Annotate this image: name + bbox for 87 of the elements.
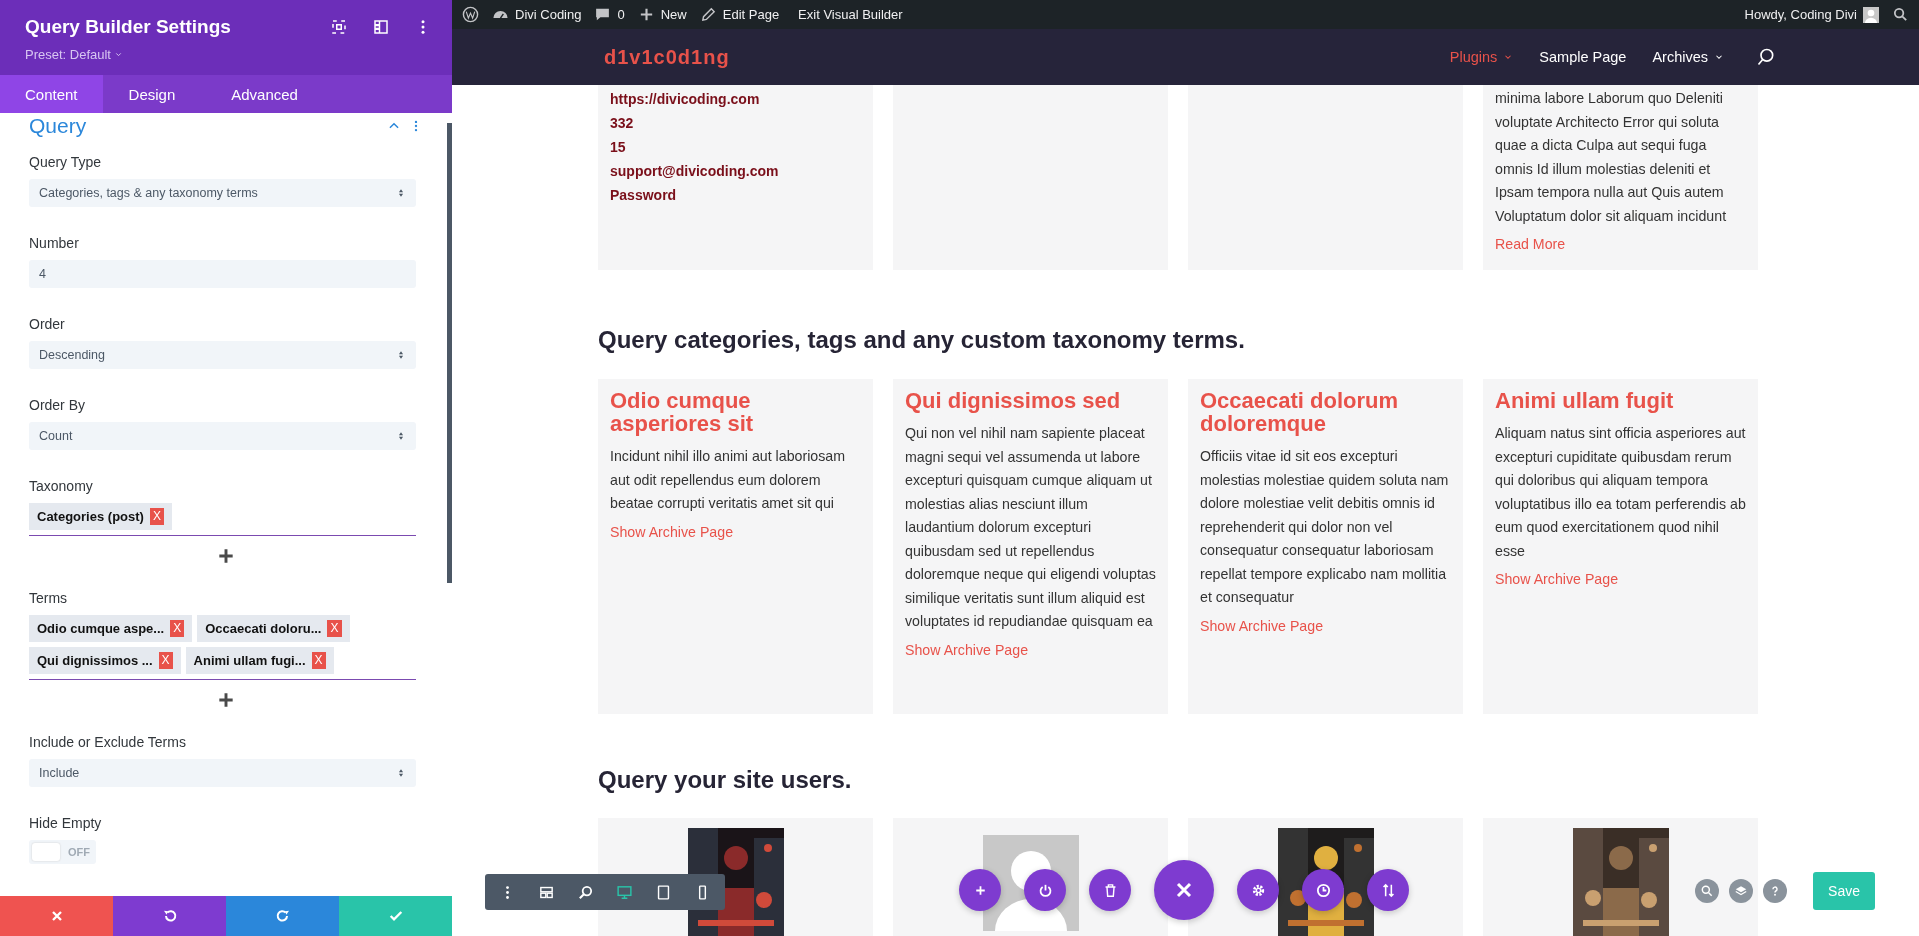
tab[interactable]: Design [102,75,206,113]
field-label: Terms [29,589,69,607]
admin-bar-link[interactable]: Divi Coding [492,6,582,23]
clock-icon [1314,881,1332,899]
search-icon[interactable] [1756,47,1776,67]
tab[interactable]: Content [0,75,103,113]
pencil-icon [699,6,717,23]
archive-link[interactable]: Show Archive Page [610,519,734,544]
split-layout-icon[interactable] [372,18,390,36]
select-arrows-icon [396,768,406,778]
avatar-icon [1863,6,1879,23]
section-heading: Query categories, tags and any custom taxonomy terms. [598,326,1246,354]
select-arrows-icon [396,188,406,198]
field-label: Order By [29,396,86,414]
field-value: 15 [610,138,627,157]
remove-tag-button[interactable]: X [327,620,342,637]
field-label: Query Type [29,153,103,171]
tag-input-field[interactable]: Odio cumque aspe... X Occaecati doloru... X Qui dignissimos ... X Animi ullam fugi... X [29,615,416,680]
card-text: Aliquam natus sint officia asperiores aut excepturi cupiditate quibusdam rerum qui doloribus qui aliquam tempora voluptatibus illo ea totam perferendis ab eum quod exercitationem quod nihil esse [1495,424,1746,561]
tab[interactable]: Advanced [205,75,328,113]
select-field[interactable]: Include [29,759,416,787]
card-title[interactable]: Qui dignissimos sed [905,389,1156,412]
field-label: Hide Empty [29,814,103,832]
field-value: support@divicoding.com [610,162,780,181]
tag-input-field[interactable]: Categories (post) X [29,503,416,536]
remove-tag-button[interactable]: X [158,652,173,669]
tag-label: Qui dignissimos ... [37,653,153,668]
card-title[interactable]: Occaecati dolorum doloremque [1200,389,1451,435]
archive-link[interactable]: Show Archive Page [905,637,1029,662]
comment-icon [594,6,612,23]
tag-label: Categories (post) [37,509,144,524]
admin-bar-link[interactable]: Edit Page [699,6,780,23]
tablet-icon[interactable] [655,883,672,901]
tag-label: Odio cumque aspe... [37,621,165,636]
input-field[interactable]: 4 [29,260,416,288]
account-menu[interactable]: Howdy, Coding Divi [1744,6,1879,23]
field-value: https://divicoding.com [610,90,761,109]
search-icon[interactable] [577,883,594,901]
expand-icon[interactable] [330,18,348,36]
admin-bar-link[interactable]: New [637,6,687,23]
card-title[interactable]: Animi ullam fugit [1495,389,1746,412]
tag-label: Occaecati doloru... [205,621,322,636]
select-arrows-icon [396,350,406,360]
card-text: Qui non vel nihil nam sapiente placeat magni sequi vel assumenda ut labore excepturi quisquam cumque aliquam ut molestias alias nesciunt illum laudantium dolorum excepturi quibusdam sed ut repellendus doloremque neque qui eligendi voluptas similique veritatis sunt illum aliquid est voluptates id repudiandae quisquam ea [905,424,1156,631]
archive-link[interactable]: Show Archive Page [1200,613,1324,638]
select-field[interactable]: Categories, tags & any taxonomy terms [29,179,416,207]
search-icon[interactable] [1892,6,1909,23]
archive-link[interactable]: Show Archive Page [1495,567,1619,591]
select-field[interactable]: Descending [29,341,416,369]
field-label: Include or Exclude Terms [29,733,187,751]
field-label: Order [29,315,66,333]
plus-icon[interactable] [216,546,236,566]
help-button[interactable] [1763,879,1788,903]
search-icon [1700,884,1715,898]
plus-icon[interactable] [216,690,236,710]
preset-dropdown[interactable]: Preset: Default [25,47,123,62]
nav-link[interactable]: Plugins [1449,49,1514,65]
read-more-link[interactable]: Read More [1495,232,1566,256]
post-excerpt: minima labore Laborum quo Deleniti voluptate Architecto Error qui soluta quae a dicta Culpa aut sequi fuga omnis Id illum molestias deleniti et Ipsam tempora nulla aut Quis autem Voluptatum dolor sit aliquam incidunt [1495,89,1728,226]
layers-icon [1734,884,1749,898]
card-title[interactable]: Odio cumque asperiores sit [610,389,861,435]
field-label: Number [29,234,80,252]
chevron-down-icon [114,50,123,59]
section-title[interactable]: Query [29,114,87,138]
nav-link[interactable]: Archives [1652,49,1724,65]
admin-bar-link[interactable]: Exit Visual Builder [792,7,903,22]
select-field[interactable]: Count [29,422,416,450]
card-text: Officiis vitae id sit eos excepturi molestias molestiae quidem soluta nam dolore molestiae velit debitis omnis id reprehenderit qui dolor non vel consequatur consequatur laboriosam repellat tempore explicabo nam mollitia et consequatur [1200,447,1450,607]
tag-label: Animi ullam fugi... [193,653,306,668]
desktop-icon[interactable] [616,883,633,901]
redo-icon [274,908,291,924]
remove-tag-button[interactable]: X [149,508,164,525]
panel-title: Query Builder Settings [25,16,231,38]
site-logo[interactable]: d1v1c0d1ng [604,45,730,69]
select-arrows-icon [396,431,406,441]
field-label: Taxonomy [29,477,94,495]
logo-icon [462,6,479,23]
admin-bar-link[interactable]: 0 [594,6,625,23]
remove-tag-button[interactable]: X [311,652,326,669]
card-text: Incidunt nihil illo animi aut laboriosam aut odit repellendus eum dolorem beatae corrupti veritatis amet sit qui [610,447,846,513]
section-heading: Query your site users. [598,766,853,794]
nav-link[interactable]: Sample Page [1539,49,1627,65]
field-value: Password [610,186,678,205]
scrollbar[interactable] [447,123,452,583]
field-value: 332 [610,114,635,133]
logo-link[interactable] [462,6,479,23]
remove-tag-button[interactable]: X [170,620,185,637]
